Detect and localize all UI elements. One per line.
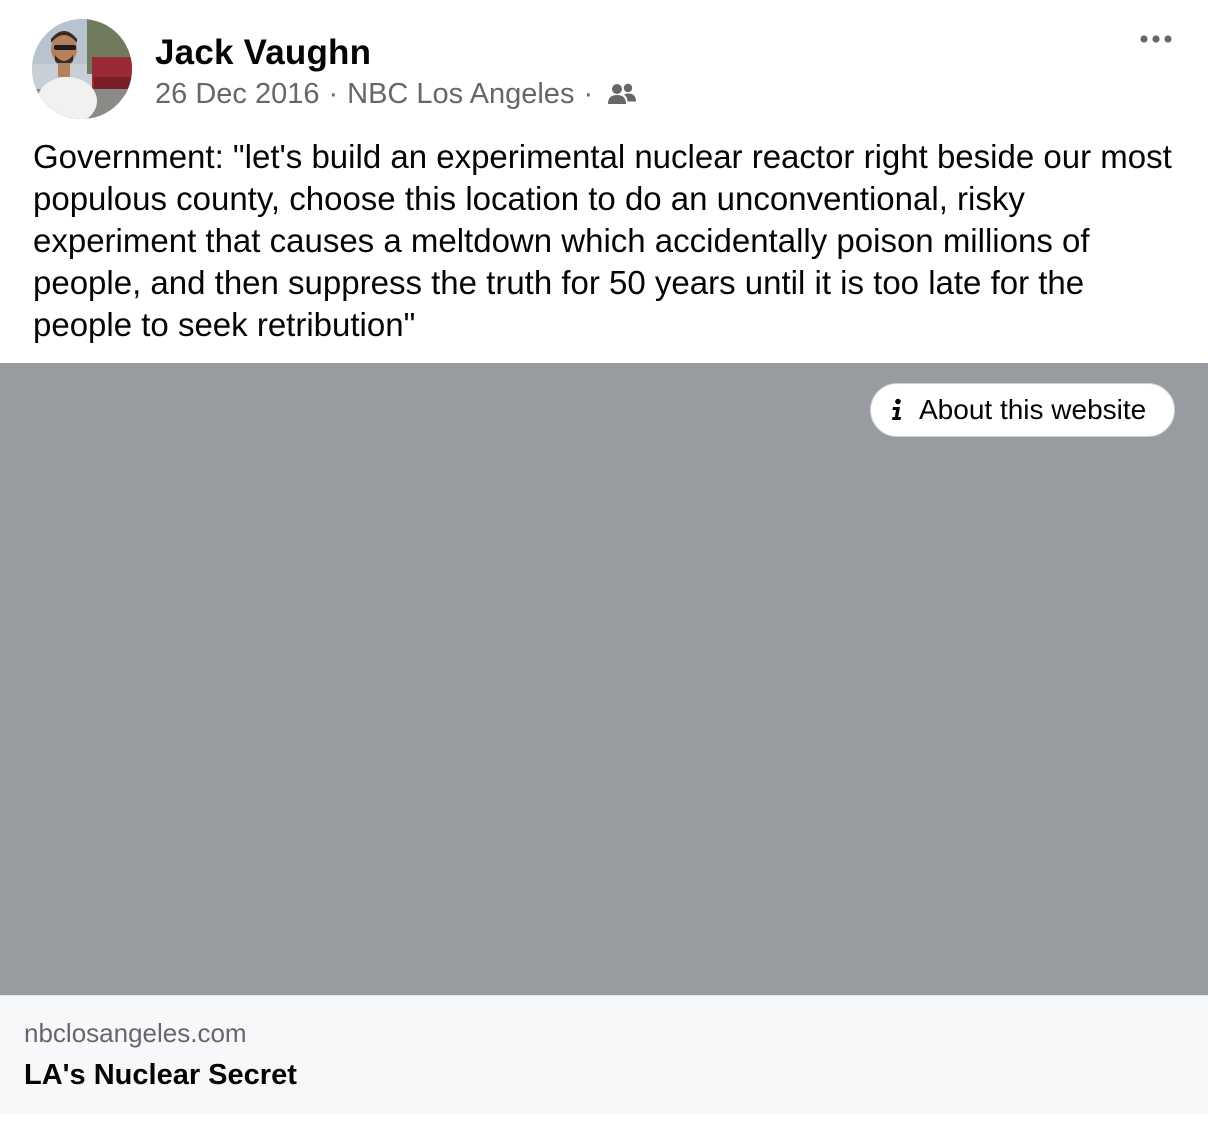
meta-separator: ·: [583, 77, 594, 110]
link-title[interactable]: LA's Nuclear Secret: [24, 1059, 297, 1092]
post-meta: 26 Dec 2016 · NBC Los Angeles ·: [155, 74, 637, 114]
about-this-website-label: About this website: [919, 394, 1147, 425]
meta-separator: ·: [328, 77, 339, 110]
author-avatar[interactable]: [32, 19, 132, 119]
info-icon: [889, 398, 905, 422]
link-domain: nbclosangeles.com: [24, 1018, 247, 1048]
about-this-website-button[interactable]: About this website: [870, 383, 1175, 437]
more-horizontal-icon: [1140, 35, 1172, 43]
post-text: Government: "let's build an experimental…: [33, 138, 1172, 343]
post-date[interactable]: 26 Dec 2016: [155, 78, 319, 111]
post-card: Jack Vaughn 26 Dec 2016 · NBC Los Angele…: [0, 0, 1208, 1130]
link-preview-footer[interactable]: nbclosangeles.com LA's Nuclear Secret: [0, 995, 1208, 1114]
author-name[interactable]: Jack Vaughn: [155, 33, 371, 73]
friends-icon[interactable]: [607, 82, 637, 106]
link-preview-image[interactable]: About this website: [0, 363, 1208, 995]
link-preview[interactable]: About this website nbclosangeles.com LA'…: [0, 363, 1208, 1114]
post-source: NBC Los Angeles: [347, 77, 575, 110]
avatar-photo: [32, 19, 132, 119]
more-options-button[interactable]: [1134, 22, 1178, 56]
